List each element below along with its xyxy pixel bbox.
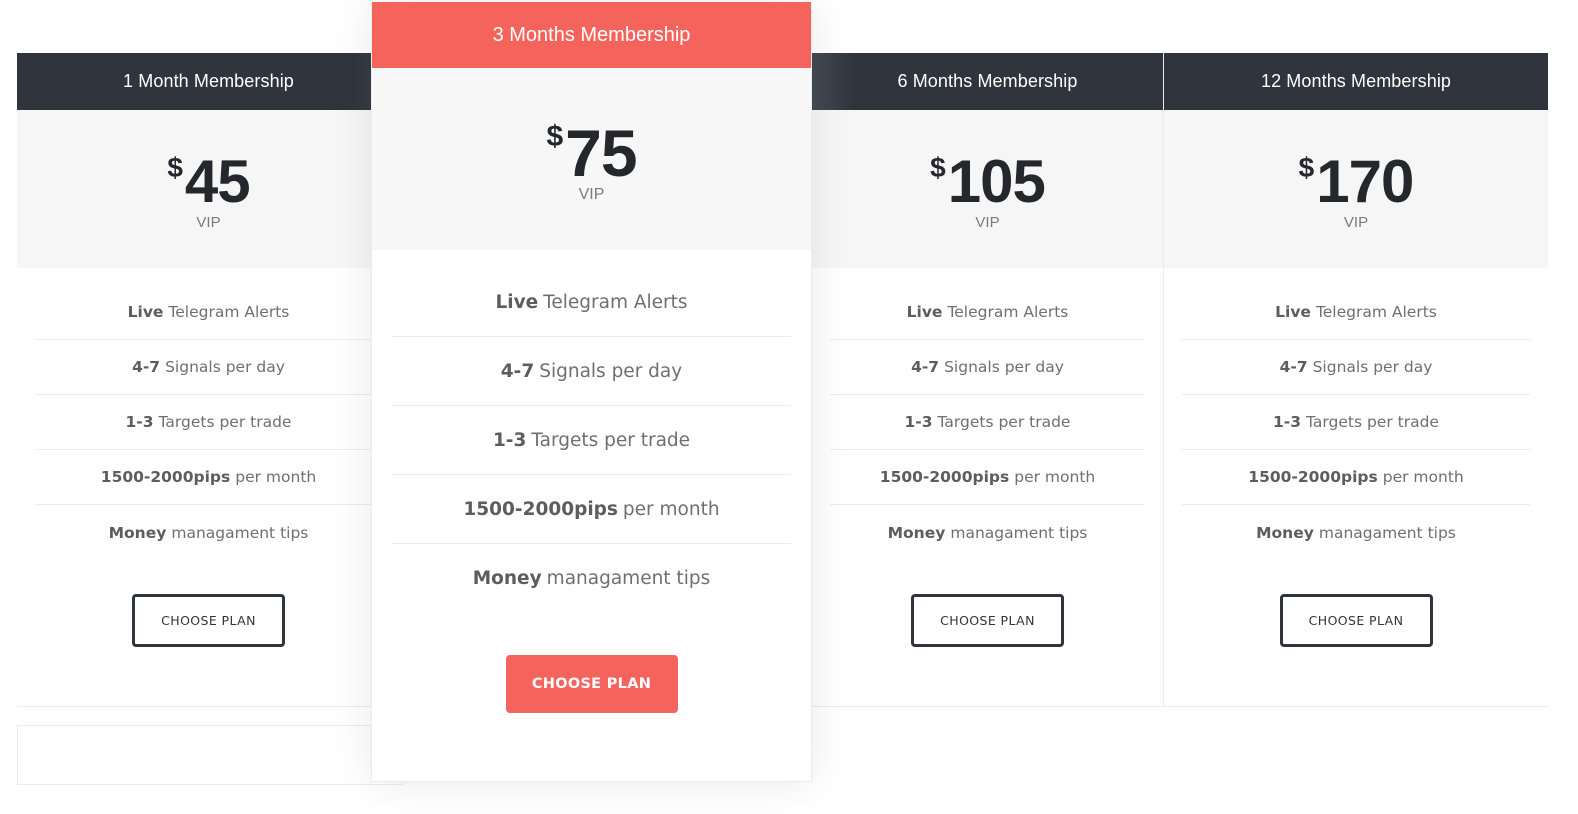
feature-highlight: 4-7 bbox=[1279, 358, 1308, 376]
feature-highlight: 4-7 bbox=[911, 358, 940, 376]
feature-item: Money managament tips bbox=[830, 505, 1145, 560]
feature-list: Live Telegram Alerts 4-7 Signals per day 1… bbox=[830, 268, 1145, 560]
feature-highlight: Money bbox=[1256, 523, 1314, 542]
choose-plan-button-featured[interactable]: CHOOSE PLAN bbox=[505, 655, 678, 713]
currency-symbol: $ bbox=[546, 120, 564, 153]
feature-item: 4-7 Signals per day bbox=[1182, 340, 1530, 395]
feature-item: 1500-2000pips per month bbox=[1182, 450, 1530, 505]
price: $ 45 bbox=[167, 147, 251, 215]
feature-item: 1500-2000pips per month bbox=[392, 475, 791, 544]
choose-plan-button[interactable]: CHOOSE PLAN bbox=[1279, 594, 1433, 647]
plan-card-3-months-featured: 3 Months Membership $ 75 VIP Live Telegra… bbox=[371, 2, 812, 782]
empty-panel bbox=[17, 725, 403, 785]
price-amount: 170 bbox=[1316, 147, 1414, 215]
price-box: $ 170 VIP bbox=[1164, 110, 1548, 268]
feature-text: per month bbox=[235, 468, 317, 486]
feature-highlight: 1-3 bbox=[1273, 413, 1302, 431]
feature-item: 4-7 Signals per day bbox=[35, 340, 382, 395]
currency-symbol: $ bbox=[930, 151, 946, 183]
price-amount: 105 bbox=[947, 147, 1046, 215]
feature-text: Signals per day bbox=[165, 358, 285, 376]
feature-text: Targets per trade bbox=[158, 413, 292, 431]
feature-list: Live Telegram Alerts 4-7 Signals per day 1… bbox=[35, 268, 382, 560]
feature-list: Live Telegram Alerts 4-7 Signals per day 1… bbox=[1182, 268, 1530, 560]
feature-list: Live Telegram Alerts 4-7 Signals per day 1… bbox=[392, 250, 791, 613]
plan-tier: VIP bbox=[975, 213, 1000, 231]
feature-text: managament tips bbox=[171, 523, 309, 542]
feature-text: Signals per day bbox=[1312, 358, 1433, 376]
feature-text: Signals per day bbox=[944, 358, 1064, 376]
feature-item: 1-3 Targets per trade bbox=[35, 395, 382, 450]
price: $ 170 bbox=[1298, 147, 1415, 215]
feature-highlight: Live bbox=[127, 303, 164, 321]
feature-item: 4-7 Signals per day bbox=[830, 340, 1145, 395]
feature-text: managament tips bbox=[546, 568, 711, 589]
price-box: $ 75 VIP bbox=[372, 68, 811, 250]
plan-card-6-months: 6 Months Membership $ 105 VIP Live Telegr… bbox=[812, 53, 1164, 706]
feature-highlight: Live bbox=[1275, 303, 1311, 321]
plan-tier: VIP bbox=[578, 186, 605, 203]
plan-title: 6 Months Membership bbox=[812, 53, 1163, 110]
plan-title: 1 Month Membership bbox=[17, 53, 400, 110]
currency-symbol: $ bbox=[1298, 151, 1315, 183]
plan-title: 12 Months Membership bbox=[1164, 53, 1548, 110]
feature-highlight: 4-7 bbox=[500, 360, 535, 382]
price-box: $ 45 VIP bbox=[17, 110, 400, 268]
price: $ 75 bbox=[546, 116, 637, 190]
feature-highlight: Live bbox=[906, 303, 943, 321]
feature-highlight: 1500-2000pips bbox=[463, 498, 618, 520]
feature-text: Telegram Alerts bbox=[168, 303, 290, 321]
feature-text: Telegram Alerts bbox=[1315, 303, 1437, 321]
feature-item: 1-3 Targets per trade bbox=[1182, 395, 1530, 450]
choose-plan-button[interactable]: CHOOSE PLAN bbox=[132, 594, 285, 647]
feature-item: 1500-2000pips per month bbox=[35, 450, 382, 505]
feature-item: Money managament tips bbox=[1182, 505, 1530, 560]
feature-highlight: 1500-2000pips bbox=[879, 468, 1010, 486]
feature-item: 1-3 Targets per trade bbox=[392, 406, 791, 475]
feature-highlight: 1-3 bbox=[904, 413, 933, 431]
feature-highlight: 1-3 bbox=[125, 413, 154, 431]
price-box: $ 105 VIP bbox=[812, 110, 1163, 268]
feature-highlight: 1500-2000pips bbox=[100, 468, 231, 486]
price-amount: 45 bbox=[184, 147, 251, 215]
feature-text: per month bbox=[1014, 468, 1096, 486]
feature-highlight: Money bbox=[108, 523, 167, 542]
feature-highlight: 4-7 bbox=[132, 358, 161, 376]
plan-card-12-months: 12 Months Membership $ 170 VIP Live Teleg… bbox=[1164, 53, 1548, 706]
price-amount: 75 bbox=[565, 116, 637, 190]
plan-tier: VIP bbox=[196, 213, 221, 231]
feature-item: Live Telegram Alerts bbox=[35, 285, 382, 340]
feature-highlight: 1500-2000pips bbox=[1248, 468, 1378, 486]
feature-text: Signals per day bbox=[539, 360, 683, 382]
feature-text: managament tips bbox=[950, 523, 1088, 542]
choose-plan-button[interactable]: CHOOSE PLAN bbox=[911, 594, 1064, 647]
feature-item: 4-7 Signals per day bbox=[392, 337, 791, 406]
feature-highlight: Live bbox=[495, 291, 539, 313]
feature-text: Targets per trade bbox=[937, 413, 1071, 431]
plan-tier: VIP bbox=[1343, 213, 1369, 231]
feature-item: Live Telegram Alerts bbox=[392, 268, 791, 337]
feature-highlight: Money bbox=[472, 568, 542, 589]
feature-item: 1-3 Targets per trade bbox=[830, 395, 1145, 450]
plan-title: 3 Months Membership bbox=[372, 2, 811, 68]
feature-item: Money managament tips bbox=[35, 505, 382, 560]
feature-text: Telegram Alerts bbox=[543, 291, 688, 313]
feature-item: Live Telegram Alerts bbox=[1182, 285, 1530, 340]
currency-symbol: $ bbox=[167, 151, 183, 183]
feature-text: Telegram Alerts bbox=[947, 303, 1069, 321]
feature-text: managament tips bbox=[1318, 523, 1456, 542]
feature-highlight: Money bbox=[887, 523, 946, 542]
feature-text: per month bbox=[622, 498, 720, 520]
feature-item: 1500-2000pips per month bbox=[830, 450, 1145, 505]
feature-text: per month bbox=[1382, 468, 1464, 486]
plan-card-1-month: 1 Month Membership $ 45 VIP Live Telegram… bbox=[17, 53, 400, 706]
feature-highlight: 1-3 bbox=[492, 429, 527, 451]
feature-item: Money managament tips bbox=[392, 544, 791, 613]
price: $ 105 bbox=[930, 147, 1046, 215]
feature-text: Targets per trade bbox=[531, 429, 691, 451]
feature-item: Live Telegram Alerts bbox=[830, 285, 1145, 340]
feature-text: Targets per trade bbox=[1306, 413, 1439, 431]
